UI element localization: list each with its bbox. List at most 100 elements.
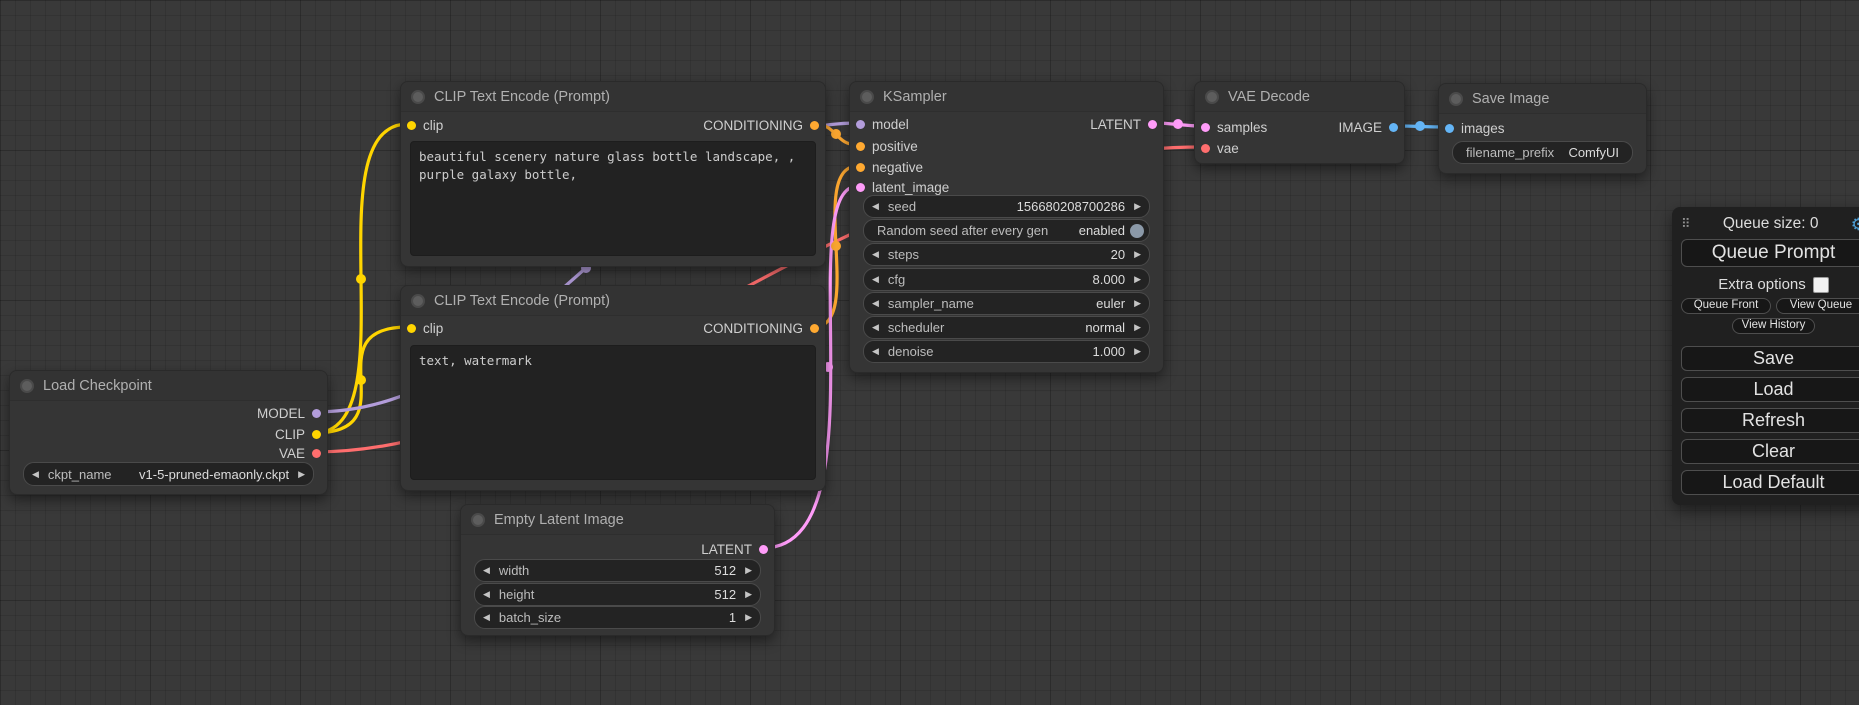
clip-input-dot[interactable] <box>407 121 416 130</box>
toggle-knob-icon[interactable] <box>1130 224 1144 238</box>
prompt-text-area[interactable]: beautiful scenery nature glass bottle la… <box>410 141 816 256</box>
negative-input-dot[interactable] <box>856 163 865 172</box>
prev-arrow-icon[interactable]: ◀ <box>483 566 490 575</box>
denoise-widget[interactable]: ◀ denoise 1.000 ▶ <box>863 340 1150 363</box>
prev-arrow-icon[interactable]: ◀ <box>872 299 879 308</box>
drag-handle-icon[interactable]: ⠿ <box>1681 216 1691 232</box>
collapse-dot-icon[interactable] <box>1449 92 1463 106</box>
positive-input-dot[interactable] <box>856 142 865 151</box>
sampler-name-widget[interactable]: ◀ sampler_name euler ▶ <box>863 292 1150 315</box>
next-arrow-icon[interactable]: ▶ <box>745 613 752 622</box>
slot-label: MODEL <box>257 406 305 421</box>
prev-arrow-icon[interactable]: ◀ <box>872 250 879 259</box>
next-arrow-icon[interactable]: ▶ <box>1134 275 1141 284</box>
prev-arrow-icon[interactable]: ◀ <box>872 323 879 332</box>
input-slot-positive: positive <box>856 137 918 155</box>
node-title-bar[interactable]: Load Checkpoint <box>10 371 327 401</box>
next-arrow-icon[interactable]: ▶ <box>1134 323 1141 332</box>
steps-widget[interactable]: ◀ steps 20 ▶ <box>863 243 1150 266</box>
node-vae-decode[interactable]: VAE Decode samples vae IMAGE <box>1194 81 1405 164</box>
model-output-dot[interactable] <box>312 409 321 418</box>
next-arrow-icon[interactable]: ▶ <box>1134 299 1141 308</box>
prev-arrow-icon[interactable]: ◀ <box>872 202 879 211</box>
collapse-dot-icon[interactable] <box>1205 90 1219 104</box>
node-title-bar[interactable]: CLIP Text Encode (Prompt) <box>401 286 825 316</box>
samples-input-dot[interactable] <box>1201 123 1210 132</box>
widget-label: cfg <box>888 272 905 287</box>
collapse-dot-icon[interactable] <box>411 90 425 104</box>
prev-arrow-icon[interactable]: ◀ <box>483 590 490 599</box>
slot-label: model <box>872 117 909 132</box>
latent-image-input-dot[interactable] <box>856 183 865 192</box>
node-ksampler[interactable]: KSampler model positive negative latent_… <box>849 81 1164 373</box>
ckpt-name-widget[interactable]: ◀ ckpt_name v1-5-pruned-emaonly.ckpt ▶ <box>23 462 314 486</box>
height-widget[interactable]: ◀ height 512 ▶ <box>474 583 761 606</box>
filename-prefix-widget[interactable]: filename_prefix ComfyUI <box>1452 141 1633 164</box>
vae-output-dot[interactable] <box>312 449 321 458</box>
node-load-checkpoint[interactable]: Load Checkpoint MODEL CLIP VAE ◀ ckpt_na… <box>9 370 328 495</box>
load-button[interactable]: Load <box>1681 377 1859 402</box>
node-title-bar[interactable]: KSampler <box>850 82 1163 112</box>
next-arrow-icon[interactable]: ▶ <box>1134 250 1141 259</box>
conditioning-output-dot[interactable] <box>810 324 819 333</box>
next-arrow-icon[interactable]: ▶ <box>1134 202 1141 211</box>
prev-arrow-icon[interactable]: ◀ <box>872 347 879 356</box>
prev-arrow-icon[interactable]: ◀ <box>32 470 39 479</box>
input-slot-latent-image: latent_image <box>856 178 949 196</box>
view-history-button[interactable]: View History <box>1732 318 1816 334</box>
widget-value: 20 <box>1111 247 1125 262</box>
clip-input-dot[interactable] <box>407 324 416 333</box>
queue-buttons-row: Queue Front View Queue <box>1681 298 1859 314</box>
node-save-image[interactable]: Save Image images filename_prefix ComfyU… <box>1438 83 1647 174</box>
clip-output-dot[interactable] <box>312 430 321 439</box>
node-empty-latent-image[interactable]: Empty Latent Image LATENT ◀ width 512 ▶ … <box>460 504 775 636</box>
collapse-dot-icon[interactable] <box>471 513 485 527</box>
next-arrow-icon[interactable]: ▶ <box>298 470 305 479</box>
node-title-bar[interactable]: Save Image <box>1439 84 1646 114</box>
conditioning-output-dot[interactable] <box>810 121 819 130</box>
refresh-button[interactable]: Refresh <box>1681 408 1859 433</box>
slot-label: clip <box>423 321 443 336</box>
prompt-text-area[interactable]: text, watermark <box>410 345 816 480</box>
prev-arrow-icon[interactable]: ◀ <box>483 613 490 622</box>
settings-gear-icon[interactable]: ⚙ <box>1851 216 1859 233</box>
widget-value: ComfyUI <box>1568 145 1619 160</box>
node-title: CLIP Text Encode (Prompt) <box>434 89 610 105</box>
view-queue-button[interactable]: View Queue <box>1776 298 1859 314</box>
node-title-bar[interactable]: VAE Decode <box>1195 82 1404 112</box>
queue-prompt-button[interactable]: Queue Prompt <box>1681 239 1859 267</box>
collapse-dot-icon[interactable] <box>860 90 874 104</box>
clear-button[interactable]: Clear <box>1681 439 1859 464</box>
load-default-button[interactable]: Load Default <box>1681 470 1859 495</box>
queue-front-button[interactable]: Queue Front <box>1681 298 1771 314</box>
slot-label: images <box>1461 121 1505 136</box>
model-input-dot[interactable] <box>856 120 865 129</box>
collapse-dot-icon[interactable] <box>411 294 425 308</box>
input-slot-negative: negative <box>856 158 923 176</box>
next-arrow-icon[interactable]: ▶ <box>1134 347 1141 356</box>
images-input-dot[interactable] <box>1445 124 1454 133</box>
prev-arrow-icon[interactable]: ◀ <box>872 275 879 284</box>
batch-size-widget[interactable]: ◀ batch_size 1 ▶ <box>474 606 761 629</box>
scheduler-widget[interactable]: ◀ scheduler normal ▶ <box>863 316 1150 339</box>
extra-options-checkbox[interactable] <box>1813 277 1829 293</box>
widget-value: 8.000 <box>1093 272 1126 287</box>
next-arrow-icon[interactable]: ▶ <box>745 566 752 575</box>
width-widget[interactable]: ◀ width 512 ▶ <box>474 559 761 582</box>
latent-output-dot[interactable] <box>759 545 768 554</box>
link-midpoint-dot <box>831 241 841 251</box>
seed-widget[interactable]: ◀ seed 156680208700286 ▶ <box>863 195 1150 218</box>
node-clip-text-encode-negative[interactable]: CLIP Text Encode (Prompt) clip CONDITION… <box>400 285 826 491</box>
vae-input-dot[interactable] <box>1201 144 1210 153</box>
random-seed-toggle-widget[interactable]: Random seed after every gen enabled <box>863 219 1150 242</box>
latent-output-dot[interactable] <box>1148 120 1157 129</box>
image-output-dot[interactable] <box>1389 123 1398 132</box>
collapse-dot-icon[interactable] <box>20 379 34 393</box>
output-slot-latent: LATENT <box>701 540 768 558</box>
node-title-bar[interactable]: CLIP Text Encode (Prompt) <box>401 82 825 112</box>
node-title-bar[interactable]: Empty Latent Image <box>461 505 774 535</box>
node-clip-text-encode-positive[interactable]: CLIP Text Encode (Prompt) clip CONDITION… <box>400 81 826 267</box>
save-button[interactable]: Save <box>1681 346 1859 371</box>
next-arrow-icon[interactable]: ▶ <box>745 590 752 599</box>
cfg-widget[interactable]: ◀ cfg 8.000 ▶ <box>863 268 1150 291</box>
